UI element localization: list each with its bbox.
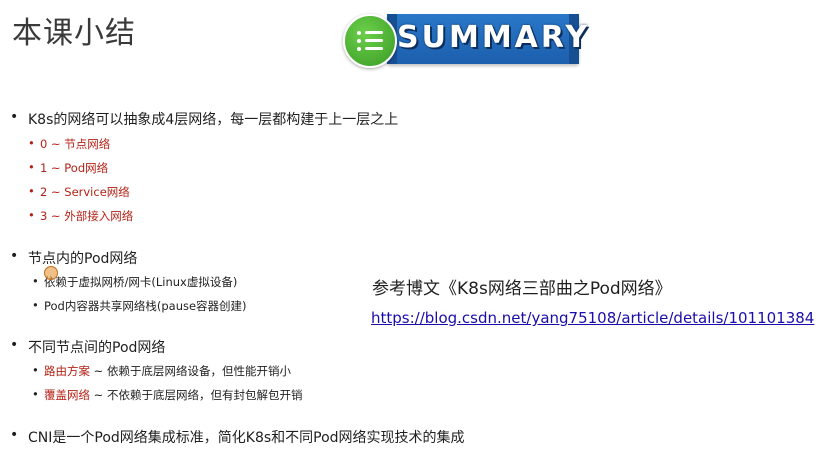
mouse-cursor (44, 266, 58, 280)
slide: 本课小结 SUMMARY • K8s的网络可以抽象成4层网络，每一层都构建于上一… (0, 0, 832, 450)
sub-item-text: 3 ~ 外部接入网络 (40, 209, 134, 223)
sub-item-text: ~ 不依赖于底层网络，但有封包解包开销 (90, 388, 303, 402)
bullet-mark: • (10, 337, 19, 353)
bullet-text: K8s的网络可以抽象成4层网络，每一层都构建于上一层之上 (28, 112, 399, 128)
sub-item-term: 路由方案 (44, 364, 90, 378)
slide-title: 本课小结 (12, 16, 136, 51)
bullet-mark: • (32, 387, 39, 401)
bullet-text: 不同节点间的Pod网络 (28, 340, 166, 356)
sub-item-text: 依赖于虚拟网桥/网卡(Linux虚拟设备) (44, 275, 238, 289)
list-icon-line (365, 39, 383, 42)
reference-link[interactable]: https://blog.csdn.net/yang75108/article/… (371, 309, 814, 327)
bullet-mark: • (28, 208, 35, 222)
sub-item-text: 0 ~ 节点网络 (40, 137, 111, 151)
sub-item: • 3 ~ 外部接入网络 (28, 208, 134, 224)
list-icon-dot (357, 31, 361, 35)
sub-item: • 0 ~ 节点网络 (28, 136, 111, 152)
sub-item-term: 覆盖网络 (44, 388, 90, 402)
bullet-text: 节点内的Pod网络 (28, 251, 138, 267)
sub-item-text: 2 ~ Service网络 (40, 185, 130, 199)
list-icon (343, 14, 397, 68)
bullet-item: • 节点内的Pod网络 (10, 248, 138, 268)
bullet-mark: • (32, 363, 39, 377)
sub-item: • 依赖于虚拟网桥/网卡(Linux虚拟设备) (32, 274, 238, 290)
logo-text: SUMMARY (397, 20, 591, 55)
sub-item: • 1 ~ Pod网络 (28, 160, 109, 176)
bullet-mark: • (10, 248, 19, 264)
bullet-mark: • (28, 136, 35, 150)
bullet-mark: • (32, 274, 39, 288)
list-icon-line (365, 31, 383, 34)
sub-item-text: Pod内容器共享网络栈(pause容器创建) (44, 299, 247, 313)
sub-item: • Pod内容器共享网络栈(pause容器创建) (32, 298, 247, 314)
list-icon-dot (357, 47, 361, 51)
bullet-text: CNI是一个Pod网络集成标准，简化K8s和不同Pod网络实现技术的集成 (28, 430, 465, 446)
sub-item: • 覆盖网络 ~ 不依赖于底层网络，但有封包解包开销 (32, 387, 303, 403)
bullet-mark: • (32, 298, 39, 312)
reference-title: 参考博文《K8s网络三部曲之Pod网络》 (372, 279, 672, 299)
bullet-item: • 不同节点间的Pod网络 (10, 337, 166, 357)
sub-item-text: 1 ~ Pod网络 (40, 161, 109, 175)
bullet-mark: • (10, 109, 19, 125)
bullet-mark: • (28, 184, 35, 198)
summary-logo: SUMMARY (343, 8, 587, 70)
sub-item: • 路由方案 ~ 依赖于底层网络设备，但性能开销小 (32, 363, 291, 379)
bullet-mark: • (10, 427, 19, 443)
sub-item-text: ~ 依赖于底层网络设备，但性能开销小 (90, 364, 291, 378)
sub-item: • 2 ~ Service网络 (28, 184, 130, 200)
list-icon-dot (357, 39, 361, 43)
list-icon-line (365, 47, 383, 50)
bullet-mark: • (28, 160, 35, 174)
bullet-item: • K8s的网络可以抽象成4层网络，每一层都构建于上一层之上 (10, 109, 399, 129)
bullet-item: • CNI是一个Pod网络集成标准，简化K8s和不同Pod网络实现技术的集成 (10, 427, 465, 447)
